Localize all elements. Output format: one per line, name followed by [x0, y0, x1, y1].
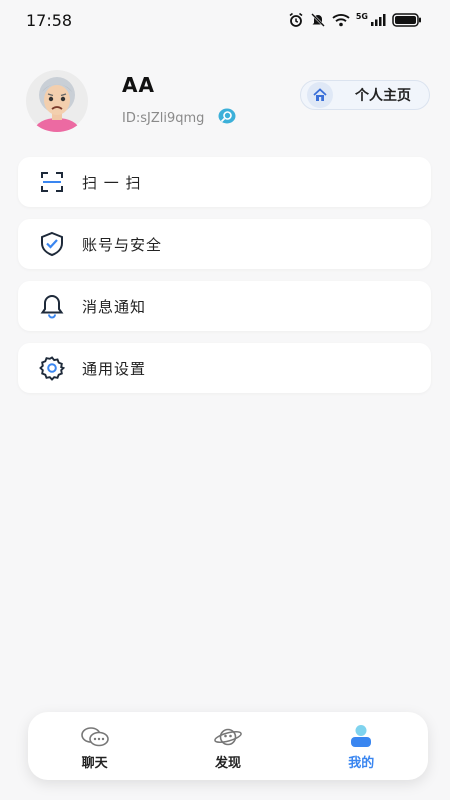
battery-icon — [392, 13, 422, 27]
gear-icon — [38, 354, 66, 382]
menu-item-account-security[interactable]: 账号与安全 — [18, 219, 431, 269]
tab-chat[interactable]: 聊天 — [45, 722, 145, 771]
avatar[interactable] — [24, 70, 90, 132]
status-icons: 5G — [288, 12, 422, 28]
mute-icon — [310, 12, 326, 28]
signal-icon — [370, 13, 386, 27]
status-time: 17:58 — [26, 10, 73, 30]
personal-home-button[interactable]: 个人主页 — [300, 80, 430, 110]
menu-item-label: 扫 一 扫 — [82, 173, 142, 192]
profile-header: AA ID:sJZli9qmg 个人主页 — [24, 70, 430, 132]
profile-id-row: ID:sJZli9qmg — [122, 107, 236, 129]
profile-name: AA — [122, 73, 155, 97]
profile-text: AA ID:sJZli9qmg — [122, 73, 236, 129]
menu-item-label: 消息通知 — [82, 297, 147, 316]
home-icon — [307, 82, 333, 108]
wifi-icon — [332, 13, 350, 27]
tab-discover[interactable]: 发现 — [178, 722, 278, 771]
chat-icon — [80, 722, 110, 748]
personal-home-label: 个人主页 — [355, 88, 411, 104]
menu-item-notifications[interactable]: 消息通知 — [18, 281, 431, 331]
profile-id: ID:sJZli9qmg — [122, 110, 205, 126]
menu-item-general-settings[interactable]: 通用设置 — [18, 343, 431, 393]
copy-id-icon[interactable] — [216, 107, 236, 129]
planet-icon — [213, 722, 243, 748]
settings-menu: 扫 一 扫 账号与安全 消息通知 通用设置 — [18, 157, 431, 405]
tab-chat-label: 聊天 — [81, 755, 108, 771]
tab-me-label: 我的 — [348, 755, 375, 771]
menu-item-label: 账号与安全 — [82, 235, 163, 254]
alarm-icon — [288, 12, 304, 28]
menu-item-scan[interactable]: 扫 一 扫 — [18, 157, 431, 207]
user-icon — [348, 722, 374, 748]
shield-check-icon — [38, 230, 66, 258]
bell-icon — [38, 292, 66, 320]
tab-me[interactable]: 我的 — [311, 722, 411, 771]
tab-discover-label: 发现 — [214, 755, 241, 771]
scan-icon — [38, 168, 66, 196]
menu-item-label: 通用设置 — [82, 359, 147, 378]
bottom-nav: 聊天 发现 我的 — [28, 712, 428, 780]
status-bar: 17:58 5G — [0, 0, 450, 40]
network-label: 5G — [355, 11, 368, 21]
